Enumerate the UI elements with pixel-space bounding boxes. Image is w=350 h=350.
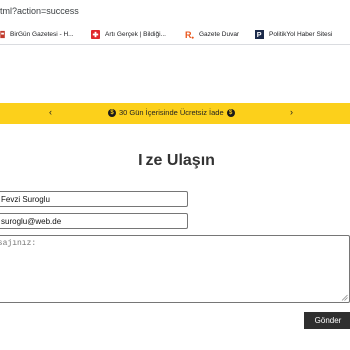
address-bar[interactable]: tml?action=success xyxy=(0,0,350,24)
browser-page: tml?action=success BirGün Gazetesi - H..… xyxy=(0,0,350,350)
promo-prev-arrow[interactable]: ‹ xyxy=(49,107,52,117)
bookmark-politikyol[interactable]: P PolitikYol Haber Sitesi xyxy=(255,27,332,41)
resize-grip-icon[interactable] xyxy=(341,294,348,301)
promo-text: 30 Gün İçerisinde Ücretsiz İade xyxy=(119,108,224,117)
address-url[interactable]: tml?action=success xyxy=(0,6,79,16)
bookmark-gazete-duvar[interactable]: R Gazete Duvar xyxy=(185,27,239,41)
gazete-duvar-favicon-icon: R xyxy=(185,30,194,39)
promo-next-arrow[interactable]: › xyxy=(290,107,293,117)
coin-icon: $ xyxy=(226,108,235,117)
arti-gercek-favicon-icon xyxy=(91,29,100,39)
politikyol-favicon-icon: P xyxy=(255,29,264,39)
name-field[interactable] xyxy=(0,191,188,207)
email-field[interactable] xyxy=(0,213,188,229)
svg-text:R: R xyxy=(185,30,192,39)
message-textarea[interactable] xyxy=(0,235,350,303)
bookmark-label: Artı Gerçek | Bildiği... xyxy=(105,30,166,38)
bookmark-label: Gazete Duvar xyxy=(199,30,240,38)
send-button[interactable]: Gönder xyxy=(304,312,350,329)
birgun-favicon-icon xyxy=(0,30,5,38)
promo-banner: ‹ $ 30 Gün İçerisinde Ücretsiz İade $ › xyxy=(0,103,350,124)
bookmarks-bar: BirGün Gazetesi - H... Artı Gerçek | Bil… xyxy=(0,24,350,45)
svg-text:P: P xyxy=(257,30,262,39)
bookmark-arti-gercek[interactable]: Artı Gerçek | Bildiği... xyxy=(91,27,166,41)
page-title-prefix: I xyxy=(138,152,143,169)
page-title-main: ze Ulaşın xyxy=(145,152,215,169)
bookmark-label: PolitikYol Haber Sitesi xyxy=(269,30,333,38)
bookmark-label: BirGün Gazetesi - H... xyxy=(10,30,74,38)
coin-icon: $ xyxy=(108,108,116,117)
promo-message: $ 30 Gün İçerisinde Ücretsiz İade $ xyxy=(108,108,235,117)
page-title: Ize Ulaşın xyxy=(0,152,350,170)
bookmark-birgun[interactable]: BirGün Gazetesi - H... xyxy=(0,27,74,41)
